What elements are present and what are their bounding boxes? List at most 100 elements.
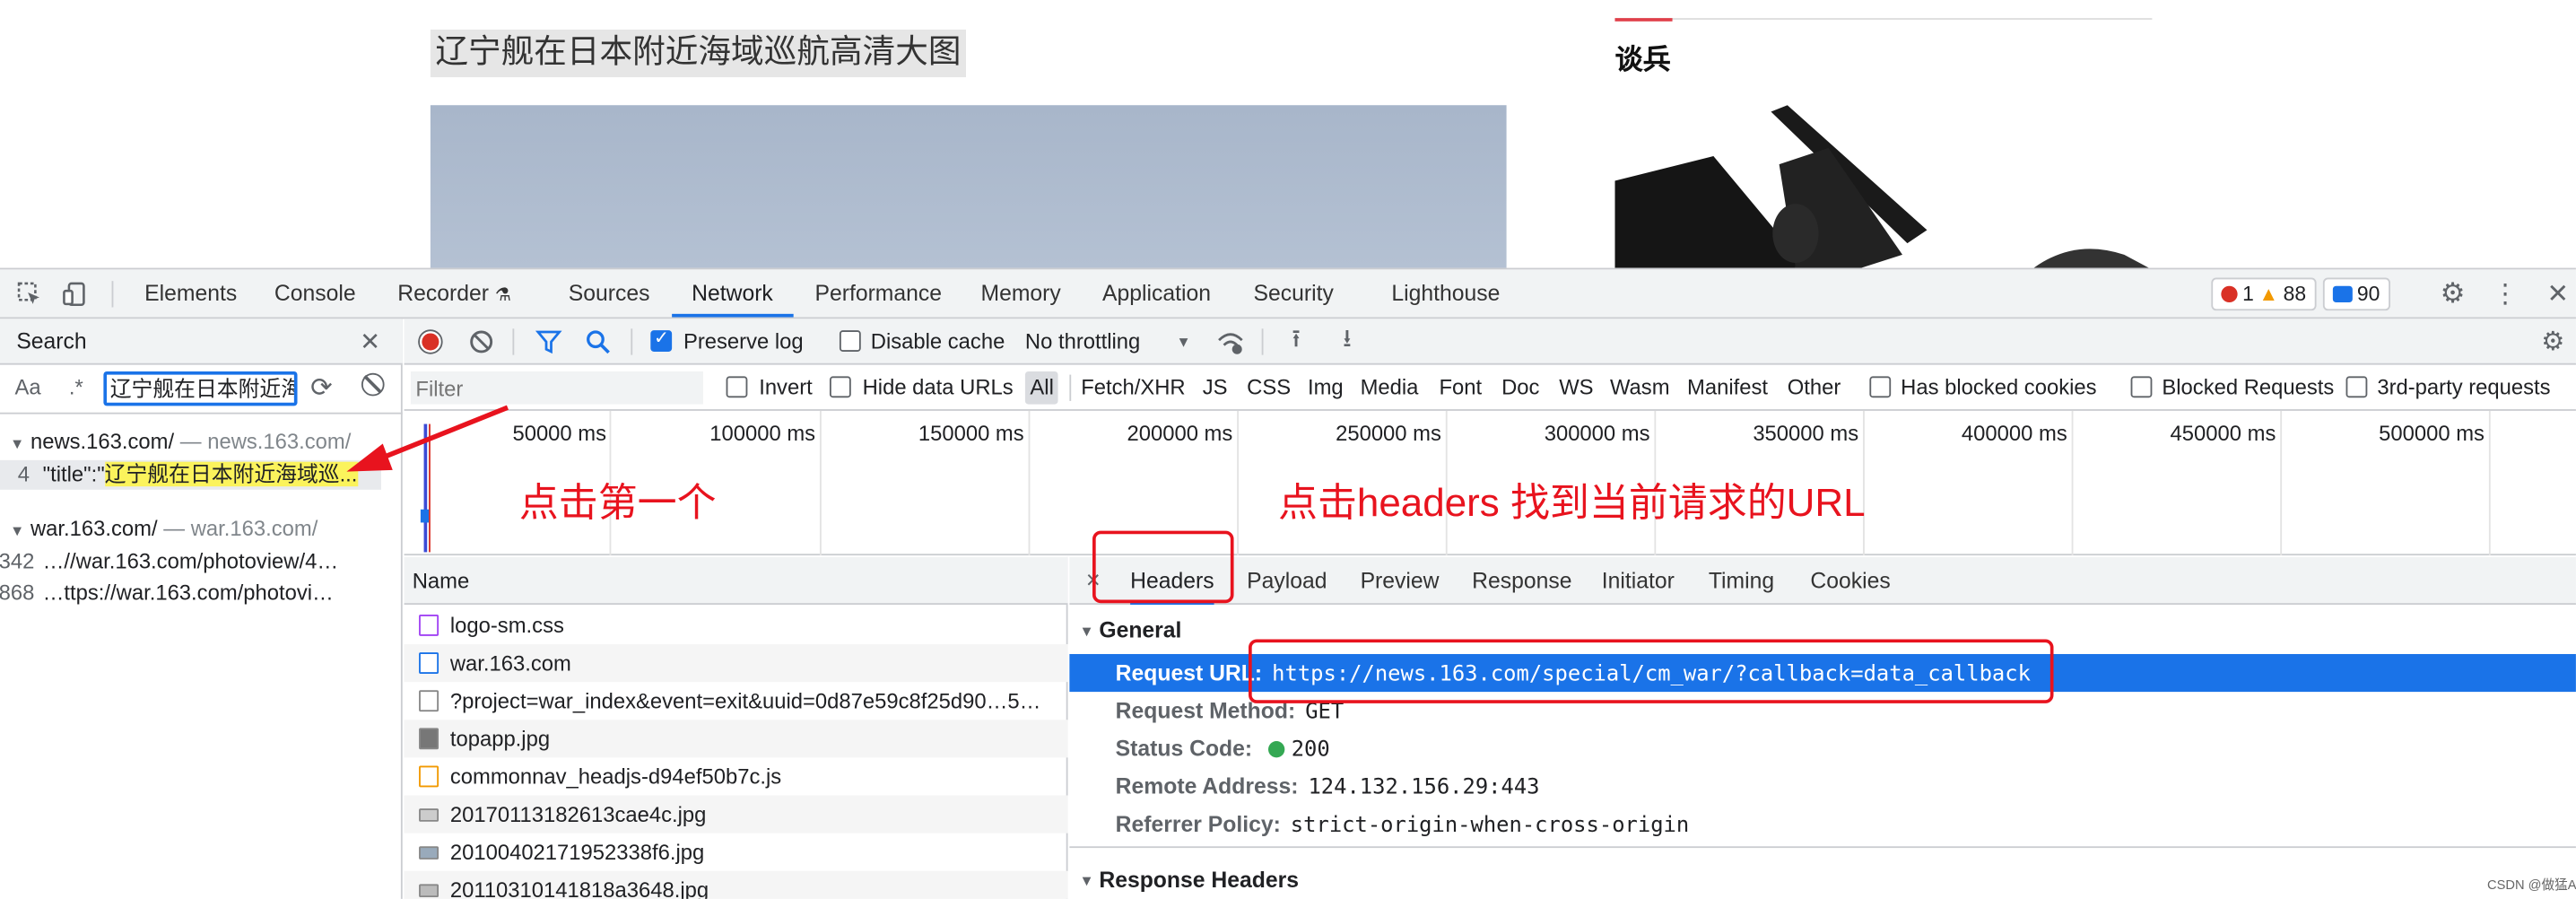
type-filter-js[interactable]: JS [1197, 371, 1232, 405]
device-toolbar-icon[interactable] [63, 281, 89, 307]
has-blocked-cookies-checkbox[interactable] [1869, 376, 1892, 398]
regex-toggle[interactable]: .* [69, 375, 83, 399]
tab-response[interactable]: Response [1472, 557, 1571, 605]
tab-recorder[interactable]: Recorder ⚗ [397, 269, 511, 317]
tab-cookies[interactable]: Cookies [1810, 557, 1890, 605]
request-row[interactable]: 20110310141818a3648.jpg [404, 870, 1068, 899]
header-value: 124.132.156.29:443 [1308, 775, 1540, 800]
network-conditions-icon[interactable] [1215, 327, 1245, 356]
request-row[interactable]: logo-sm.css [405, 607, 1068, 644]
header-row-remote-address[interactable]: Remote Address: 124.132.156.29:443 [1069, 767, 2576, 805]
annotation-text-click-headers: 点击headers 找到当前请求的URL [1277, 481, 1866, 527]
name-column-header[interactable]: Name [404, 556, 1068, 606]
tab-lighthouse[interactable]: Lighthouse [1391, 269, 1500, 317]
inspect-element-icon[interactable] [16, 281, 42, 307]
header-row-status-code[interactable]: Status Code: 200 [1069, 729, 2576, 767]
tab-payload[interactable]: Payload [1247, 557, 1327, 605]
messages-badge[interactable]: 90 [2322, 277, 2390, 311]
export-har-icon[interactable]: ⭳ [1334, 325, 1360, 356]
result-host: news.163.com/ [207, 429, 352, 454]
divider [512, 328, 515, 355]
type-filter-doc[interactable]: Doc [1497, 371, 1545, 405]
request-row[interactable]: 20170113182613cae4c.jpg [404, 795, 1068, 834]
request-name: topapp.jpg [449, 726, 551, 752]
search-icon[interactable] [585, 328, 611, 354]
tab-application[interactable]: Application [1102, 269, 1211, 317]
error-warning-badge[interactable]: 1 ▲ 88 [2211, 277, 2317, 311]
type-filter-manifest[interactable]: Manifest [1683, 371, 1773, 405]
search-result-line[interactable]: 1342 …//war.163.com/photoview/4… [0, 547, 338, 577]
settings-gear-icon[interactable]: ⚙ [2438, 278, 2467, 310]
timeline-tick-label: 300000 ms [1544, 420, 1650, 446]
hide-data-urls-checkbox[interactable] [829, 376, 851, 398]
type-filter-all[interactable]: All [1024, 371, 1059, 405]
tab-initiator[interactable]: Initiator [1602, 557, 1675, 605]
filter-icon[interactable] [535, 328, 562, 354]
timeline-gridline [2280, 410, 2283, 556]
type-filter-fetch-xhr[interactable]: Fetch/XHR [1076, 371, 1190, 405]
annotation-text-click-first: 点击第一个 [518, 481, 717, 527]
devtools-panel: Elements Console Recorder ⚗ Sources Netw… [0, 267, 2576, 899]
tab-console[interactable]: Console [274, 269, 356, 317]
request-row[interactable]: 20100402171952338f6.jpg [405, 834, 1068, 871]
timeline-gridline [1237, 410, 1240, 556]
throttling-select[interactable]: No throttling [1025, 319, 1140, 364]
tab-network[interactable]: Network [672, 269, 793, 318]
tab-elements[interactable]: Elements [144, 269, 237, 317]
expand-icon: ▼ [1079, 872, 1094, 889]
record-icon[interactable] [417, 328, 443, 354]
search-panel-title: Search [16, 328, 87, 353]
type-filter-other[interactable]: Other [1782, 371, 1846, 405]
import-har-icon[interactable]: ⭱ [1283, 325, 1309, 356]
invert-checkbox[interactable] [726, 376, 748, 398]
divider-accent [1614, 18, 1673, 22]
search-input[interactable]: 辽宁舰在日本附近海 [103, 371, 298, 406]
line-number: 1868 [0, 580, 35, 606]
watermark: CSDN @做猛A [2487, 877, 2576, 893]
search-result-line[interactable]: 4 "title":"辽宁舰在日本附近海域巡... [0, 459, 381, 490]
request-row[interactable]: commonnav_headjs-d94ef50b7c.js [405, 757, 1068, 795]
has-blocked-cookies-label: Has blocked cookies [1901, 374, 2097, 400]
third-party-checkbox[interactable] [2345, 376, 2368, 398]
issue-badges: 1 ▲ 88 90 [2211, 277, 2390, 311]
request-row[interactable]: ?project=war_index&event=exit&uuid=0d87e… [405, 682, 1068, 720]
tab-performance[interactable]: Performance [814, 269, 942, 317]
type-filter-media[interactable]: Media [1355, 371, 1423, 405]
tab-timing[interactable]: Timing [1709, 557, 1774, 605]
disable-cache-checkbox[interactable] [839, 330, 861, 352]
error-count: 1 [2242, 283, 2254, 306]
request-row[interactable]: war.163.com [404, 643, 1068, 683]
divider [111, 281, 114, 308]
tab-sources[interactable]: Sources [569, 269, 650, 317]
header-value: strict-origin-when-cross-origin [1290, 813, 1690, 839]
blocked-requests-checkbox[interactable] [2130, 376, 2153, 398]
type-filter-css[interactable]: CSS [1242, 371, 1296, 405]
tab-security[interactable]: Security [1254, 269, 1334, 317]
tab-preview[interactable]: Preview [1361, 557, 1440, 605]
type-filter-font[interactable]: Font [1434, 371, 1487, 405]
preserve-log-checkbox[interactable]: ✓ [650, 328, 673, 352]
request-details: × Headers Payload Preview Response Initi… [1069, 556, 2576, 899]
network-settings-icon[interactable]: ⚙ [2538, 327, 2568, 356]
request-row[interactable]: topapp.jpg [404, 720, 1068, 758]
article-headline[interactable]: 辽宁舰在日本附近海域巡航高清大图 [430, 29, 966, 78]
match-case-toggle[interactable]: Aa [14, 375, 40, 399]
header-row-referrer-policy[interactable]: Referrer Policy: strict-origin-when-cross… [1069, 805, 2576, 842]
search-result-file[interactable]: ▼ war.163.com/ — war.163.com/ [10, 514, 318, 544]
response-headers-section-header[interactable]: ▼ Response Headers [1069, 863, 2576, 899]
request-name: 20170113182613cae4c.jpg [449, 801, 707, 827]
clear-icon[interactable] [361, 372, 385, 397]
type-filter-img[interactable]: Img [1302, 371, 1348, 405]
refresh-icon[interactable]: ⟳ [310, 371, 333, 405]
divider [1261, 328, 1264, 355]
clear-log-icon[interactable] [468, 328, 494, 354]
close-devtools-icon[interactable]: ✕ [2543, 279, 2572, 309]
third-party-label: 3rd-party requests [2377, 374, 2551, 400]
type-filter-wasm[interactable]: Wasm [1605, 371, 1675, 405]
close-search-icon[interactable]: ✕ [360, 327, 380, 356]
tab-memory[interactable]: Memory [980, 269, 1060, 317]
search-result-file[interactable]: ▼ news.163.com/ — news.163.com/ [10, 427, 351, 457]
search-result-line[interactable]: 1868 …ttps://war.163.com/photovi… [0, 579, 334, 608]
type-filter-ws[interactable]: WS [1554, 371, 1598, 405]
more-options-icon[interactable]: ⋮ [2491, 279, 2520, 309]
